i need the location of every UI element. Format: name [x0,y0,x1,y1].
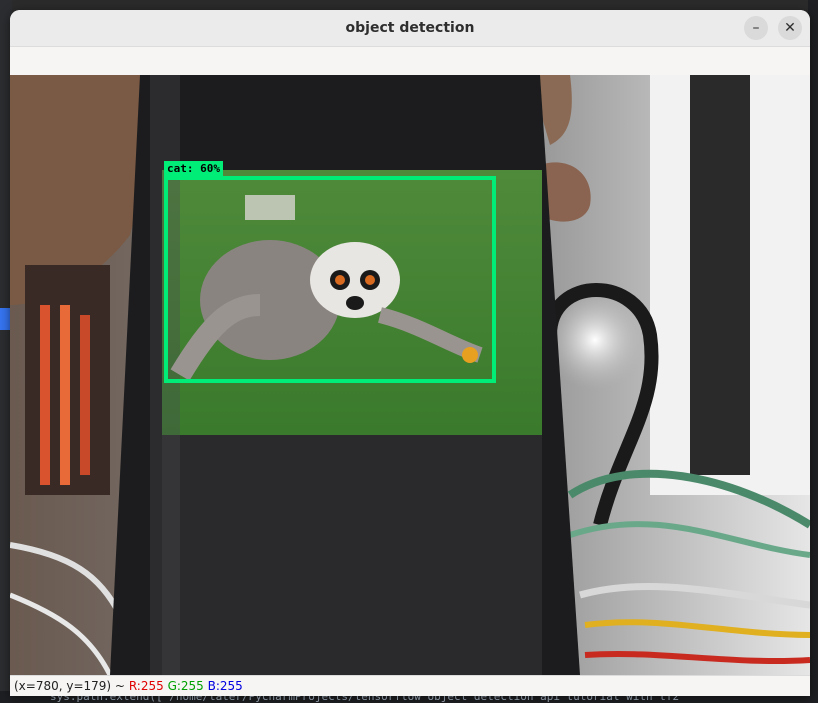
close-icon: ✕ [784,20,796,36]
camera-frame-canvas[interactable]: cat: 60% [10,75,810,675]
status-bar: (x=780, y=179) ~ R:255 G:255 B:255 [10,675,810,696]
window-toolbar [10,47,810,76]
pixel-blue-value: B:255 [207,679,243,693]
cooler-fin-3 [80,315,90,475]
pixel-green-value: G:255 [167,679,204,693]
window-title: object detection [345,20,475,36]
detection-bounding-box [164,176,496,383]
object-detection-window[interactable]: object detection – ✕ cat: 60% (x=780, y=… [10,10,810,696]
cursor-coordinates: (x=780, y=179) ~ [14,679,125,693]
phone-screen-dark [162,435,542,675]
pixel-red-value: R:255 [128,679,164,693]
monitor-edge [690,75,750,475]
minimize-button[interactable]: – [744,16,768,40]
minimize-icon: – [752,20,760,36]
cooler-fin-2 [60,305,70,485]
close-button[interactable]: ✕ [778,16,802,40]
background-selection-marker [0,308,10,330]
title-bar[interactable]: object detection – ✕ [10,10,810,47]
detection-label: cat: 60% [164,161,223,176]
cooler-fin-1 [40,305,50,485]
